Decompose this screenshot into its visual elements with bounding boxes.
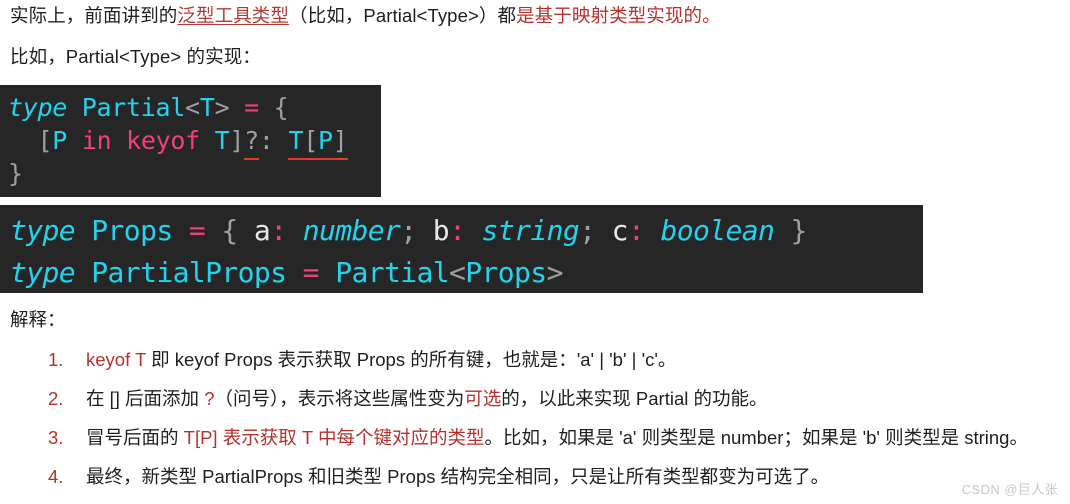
code-token: Props: [91, 214, 173, 247]
code-token: string: [481, 214, 580, 247]
code-line: type PartialProps = Partial<Props>: [10, 252, 923, 293]
code-token: ;: [579, 214, 596, 247]
intro-paragraph-emphasis: 是基于映射类型实现的。: [516, 5, 721, 26]
code-token: {: [273, 93, 289, 122]
generic-utility-type-link[interactable]: 泛型工具类型: [177, 5, 289, 26]
code-block-props-example: type Props = { a: number; b: string; c: …: [0, 205, 923, 293]
example-lead-paragraph: 比如，Partial<Type> 的实现：: [10, 46, 261, 67]
intro-paragraph: 实际上，前面讲到的泛型工具类型（比如，Partial<Type>）都是基于映射类…: [10, 4, 721, 29]
code-token: Partial: [81, 93, 186, 122]
code-token: {: [221, 214, 238, 247]
code-token: <: [449, 256, 466, 289]
code-token: >: [214, 93, 230, 122]
code-line: type Partial<T> = {: [8, 91, 381, 124]
code-token: b: [432, 214, 450, 247]
code-token: c: [611, 214, 629, 247]
code-line: [P in keyof T]?: T[P]: [8, 124, 381, 157]
list-item-text: 。比如，如果是 'a' 则类型是 number；如果是 'b' 则类型是 str…: [484, 427, 1028, 448]
code-token: T[P]: [288, 126, 348, 155]
list-item-text: 冒号后面的: [86, 427, 184, 448]
list-item: 3. 冒号后面的 T[P] 表示获取 T 中每个键对应的类型。比如，如果是 'a'…: [0, 423, 1070, 462]
intro-paragraph-segment-2: （比如，Partial<Type>）都: [289, 5, 517, 26]
code-token: :: [258, 126, 274, 155]
code-lines-container: type Partial<T> = { [P in keyof T]?: T[P…: [8, 91, 381, 190]
code-line: }: [8, 157, 381, 190]
list-item-emphasis: ?: [204, 388, 215, 409]
code-token: Props: [465, 256, 547, 289]
code-block-partial-definition: type Partial<T> = { [P in keyof T]?: T[P…: [0, 85, 381, 197]
list-item-emphasis: T[P] 表示获取 T 中每个键对应的类型: [183, 427, 485, 448]
list-item-text: 最终，新类型 PartialProps 和旧类型 Props 结构完全相同，只是…: [86, 466, 830, 487]
code-token: P: [52, 126, 68, 155]
code-token: =: [302, 256, 320, 289]
list-item-emphasis: 可选: [464, 388, 502, 409]
code-token: PartialProps: [91, 256, 287, 289]
code-token: Partial: [335, 256, 449, 289]
list-item: 1. keyof T 即 keyof Props 表示获取 Props 的所有键，…: [0, 345, 1070, 384]
code-token: :: [627, 214, 645, 247]
list-item-text: 在 [] 后面添加: [86, 388, 205, 409]
code-token: =: [188, 214, 206, 247]
code-token: ?: [244, 126, 259, 155]
code-token: T: [214, 126, 230, 155]
code-token: ;: [400, 214, 417, 247]
code-token: [: [37, 126, 53, 155]
code-token: type: [10, 256, 76, 289]
code-token: <: [185, 93, 200, 122]
intro-paragraph-segment-1: 实际上，前面讲到的: [10, 5, 178, 26]
code-token: keyof: [126, 126, 200, 155]
list-item-number: 1.: [48, 349, 64, 370]
code-line: type Props = { a: number; b: string; c: …: [10, 210, 923, 252]
code-token: number: [302, 214, 401, 247]
list-item-text: 的，以此来实现 Partial 的功能。: [501, 388, 768, 409]
list-item-text: （问号），表示将这些属性变为: [214, 388, 465, 409]
list-item-number: 2.: [48, 388, 64, 409]
code-token: ]: [229, 126, 245, 155]
code-token: >: [546, 256, 564, 289]
code-token: }: [8, 159, 23, 188]
code-token: in: [81, 126, 112, 155]
list-item-text: 即 keyof Props 表示获取 Props 的所有键，也就是：'a' | …: [146, 349, 677, 370]
explanation-list: 1. keyof T 即 keyof Props 表示获取 Props 的所有键，…: [0, 345, 1070, 501]
code-token: :: [449, 214, 466, 247]
code-token: =: [244, 93, 259, 122]
code-token: T: [199, 93, 215, 122]
list-item-emphasis: keyof T: [86, 349, 146, 370]
code-token: }: [790, 214, 808, 247]
explanation-label: 解释：: [10, 309, 66, 330]
list-item: 2. 在 [] 后面添加 ?（问号），表示将这些属性变为可选的，以此来实现 Par…: [0, 384, 1070, 423]
code-lines-container: type Props = { a: number; b: string; c: …: [10, 210, 923, 293]
code-token: a: [253, 214, 271, 247]
list-item-number: 4.: [48, 466, 64, 487]
code-token: :: [270, 214, 287, 247]
code-token: type: [10, 214, 76, 247]
list-item-number: 3.: [48, 427, 64, 448]
code-token: boolean: [660, 214, 775, 247]
code-token: type: [8, 93, 68, 122]
list-item: 4. 最终，新类型 PartialProps 和旧类型 Props 结构完全相同，…: [0, 462, 1070, 501]
csdn-watermark: CSDN @巨人张: [961, 482, 1058, 497]
